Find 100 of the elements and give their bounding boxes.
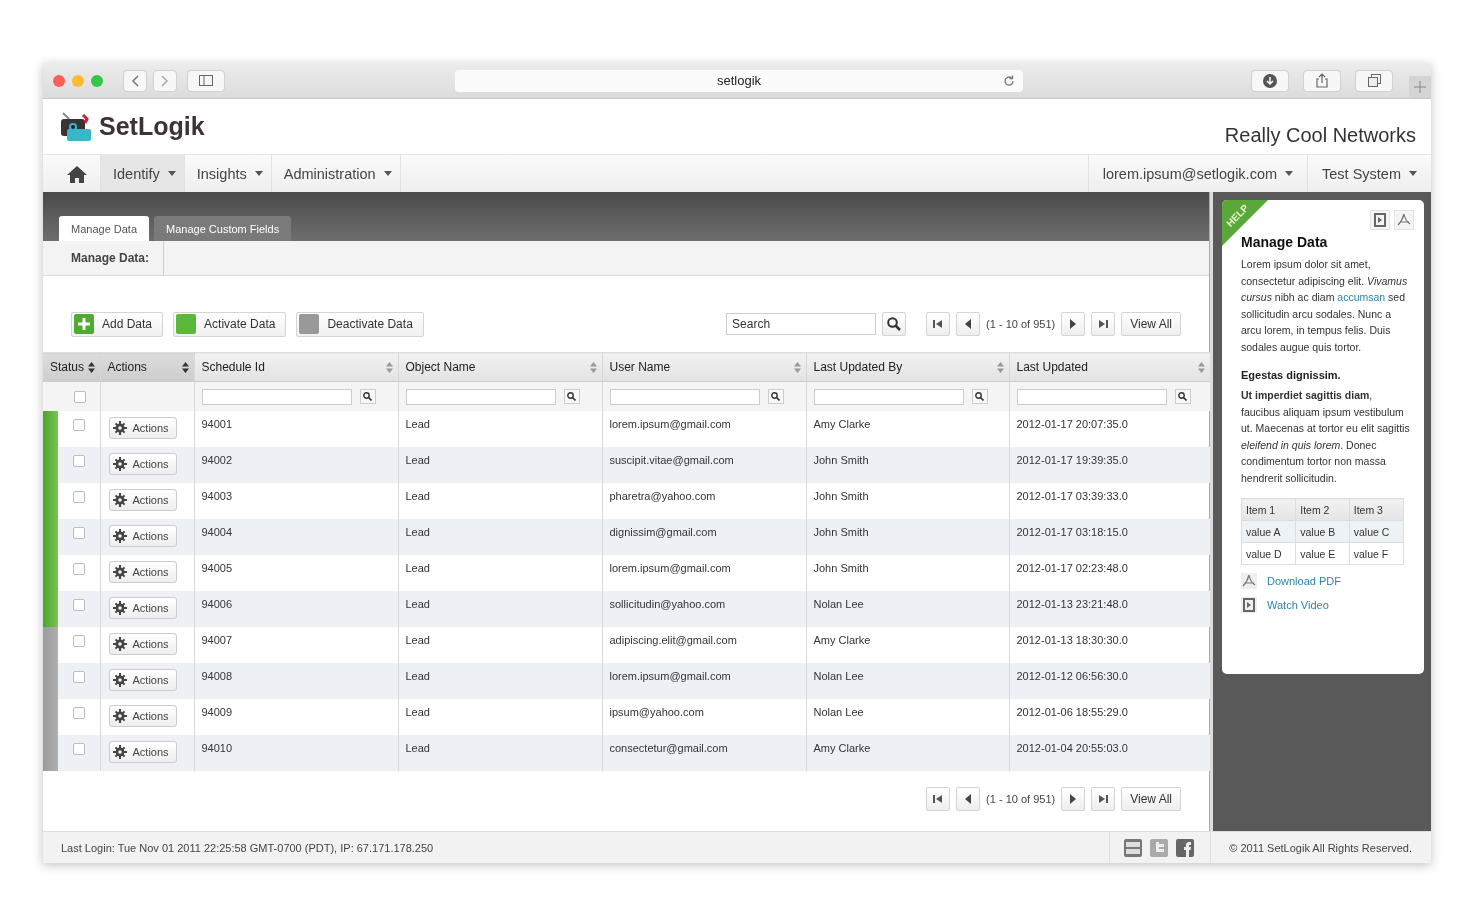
share-button[interactable] [1303,69,1341,92]
filter-search-button[interactable] [971,389,988,404]
last-page-button[interactable] [1091,787,1116,811]
next-page-button[interactable] [1061,312,1086,336]
row-checkbox[interactable] [73,671,85,683]
download-button[interactable] [1251,69,1289,92]
row-checkbox[interactable] [73,563,85,575]
filter-search-button[interactable] [767,389,784,404]
nav-menu[interactable]: Identify [101,155,185,192]
column-header[interactable]: Last Updated [1009,352,1210,382]
help-link[interactable]: accumsan [1337,291,1386,303]
search-icon [771,392,780,401]
column-header[interactable]: Object Name [398,352,602,382]
help-link[interactable]: Watch Video [1267,599,1329,611]
pdf-button[interactable] [1394,210,1414,230]
previous-page-button[interactable] [956,787,981,811]
last-page-button[interactable] [1091,312,1116,336]
filter-field[interactable] [1016,388,1167,405]
window-control-icon [91,74,103,87]
view-all-button[interactable]: View All [1121,787,1181,811]
row-checkbox[interactable] [73,419,85,431]
table-cell: value F [1349,542,1404,565]
film-icon [1374,213,1386,227]
next-page-button[interactable] [1061,787,1086,811]
plus-icon [1414,81,1426,93]
sidebar-button[interactable] [187,69,225,92]
social-f-icon[interactable] [1176,838,1195,857]
actions-button[interactable]: Actions [108,417,177,439]
row-checkbox[interactable] [73,455,85,467]
first-page-button[interactable] [926,312,951,336]
actions-button[interactable]: Actions [108,705,177,727]
reload-icon [1003,74,1015,87]
tabs-button[interactable] [1355,69,1393,92]
gear-icon [112,745,127,759]
breadcrumb[interactable]: Manage Data: [71,241,165,275]
column-header[interactable]: Last Updated By [806,352,1009,382]
share-icon [1316,73,1328,88]
filter-field[interactable] [405,388,556,405]
actions-button[interactable]: Actions [108,561,177,583]
film-icon [1241,597,1257,613]
row-checkbox[interactable] [73,707,85,719]
column-header[interactable]: Status [43,352,100,382]
gear-icon [112,565,127,579]
table-cell: value D [1241,542,1296,565]
previous-page-button[interactable] [956,312,981,336]
search-field[interactable]: Search [726,313,877,335]
view-all-button[interactable]: View All [1121,312,1181,336]
actions-button[interactable]: Actions [108,741,177,763]
actions-button[interactable]: Actions [108,525,177,547]
sort-icon [181,362,189,373]
pdf-icon [1241,573,1257,589]
row-checkbox[interactable] [73,491,85,503]
toolbar-button[interactable]: Deactivate Data [296,311,424,337]
help-paragraph: Ut imperdiet sagittis diam, faucibus aliquam ipsum vestibulum ut. Maecenas at tortor eu elit sagittis eleifend in quis lorem. Donec condimentum tortor non massa hendrerit sollicitudin. [1241,388,1411,486]
table-header: Item 3 [1349,498,1404,521]
table-cell: Lead [398,591,602,627]
row-checkbox[interactable] [73,743,85,755]
toolbar-button[interactable]: Activate Data [173,311,287,337]
table-cell: Lead [398,663,602,699]
filter-field[interactable] [609,388,760,405]
tab[interactable]: Manage Custom Fields [154,216,292,241]
filter-field[interactable] [201,388,352,405]
actions-button[interactable]: Actions [108,669,177,691]
actions-button[interactable]: Actions [108,597,177,619]
search-icon [363,392,372,401]
caret-icon [1285,171,1294,176]
column-header[interactable]: Actions [100,352,194,382]
filter-search-button[interactable] [1174,389,1191,404]
actions-button[interactable]: Actions [108,489,177,511]
toolbar-button[interactable]: Add Data [71,311,164,337]
back-button[interactable] [123,69,147,92]
column-header[interactable]: Schedule Id [194,352,398,382]
search-icon [887,317,902,331]
actions-button[interactable]: Actions [108,633,177,655]
add-icon [74,314,94,334]
filter-field[interactable] [813,388,964,405]
select-all-checkbox[interactable] [74,390,86,403]
gear-icon [112,637,127,651]
row-checkbox[interactable] [73,599,85,611]
gear-icon [112,673,127,687]
table-cell: Lead [398,735,602,771]
address-bar[interactable]: setlogik [455,69,1023,92]
gear-icon [112,457,127,471]
gear-icon [112,493,127,507]
help-link[interactable]: Download PDF [1267,575,1341,587]
search-button[interactable] [882,312,907,336]
actions-button[interactable]: Actions [108,453,177,475]
filter-search-button[interactable] [359,389,376,404]
gear-icon [112,529,127,543]
first-page-button[interactable] [926,787,951,811]
column-header[interactable]: User Name [602,352,806,382]
table-cell: sollicitudin@yahoo.com [602,591,806,627]
table-cell: 94004 [194,519,398,555]
row-checkbox[interactable] [73,635,85,647]
brand-name: SetLogik [99,112,205,141]
filter-search-button[interactable] [563,389,580,404]
table-cell: Lead [398,447,602,483]
video-button[interactable] [1370,210,1390,230]
row-checkbox[interactable] [73,527,85,539]
tab[interactable]: Manage Data [59,216,150,241]
